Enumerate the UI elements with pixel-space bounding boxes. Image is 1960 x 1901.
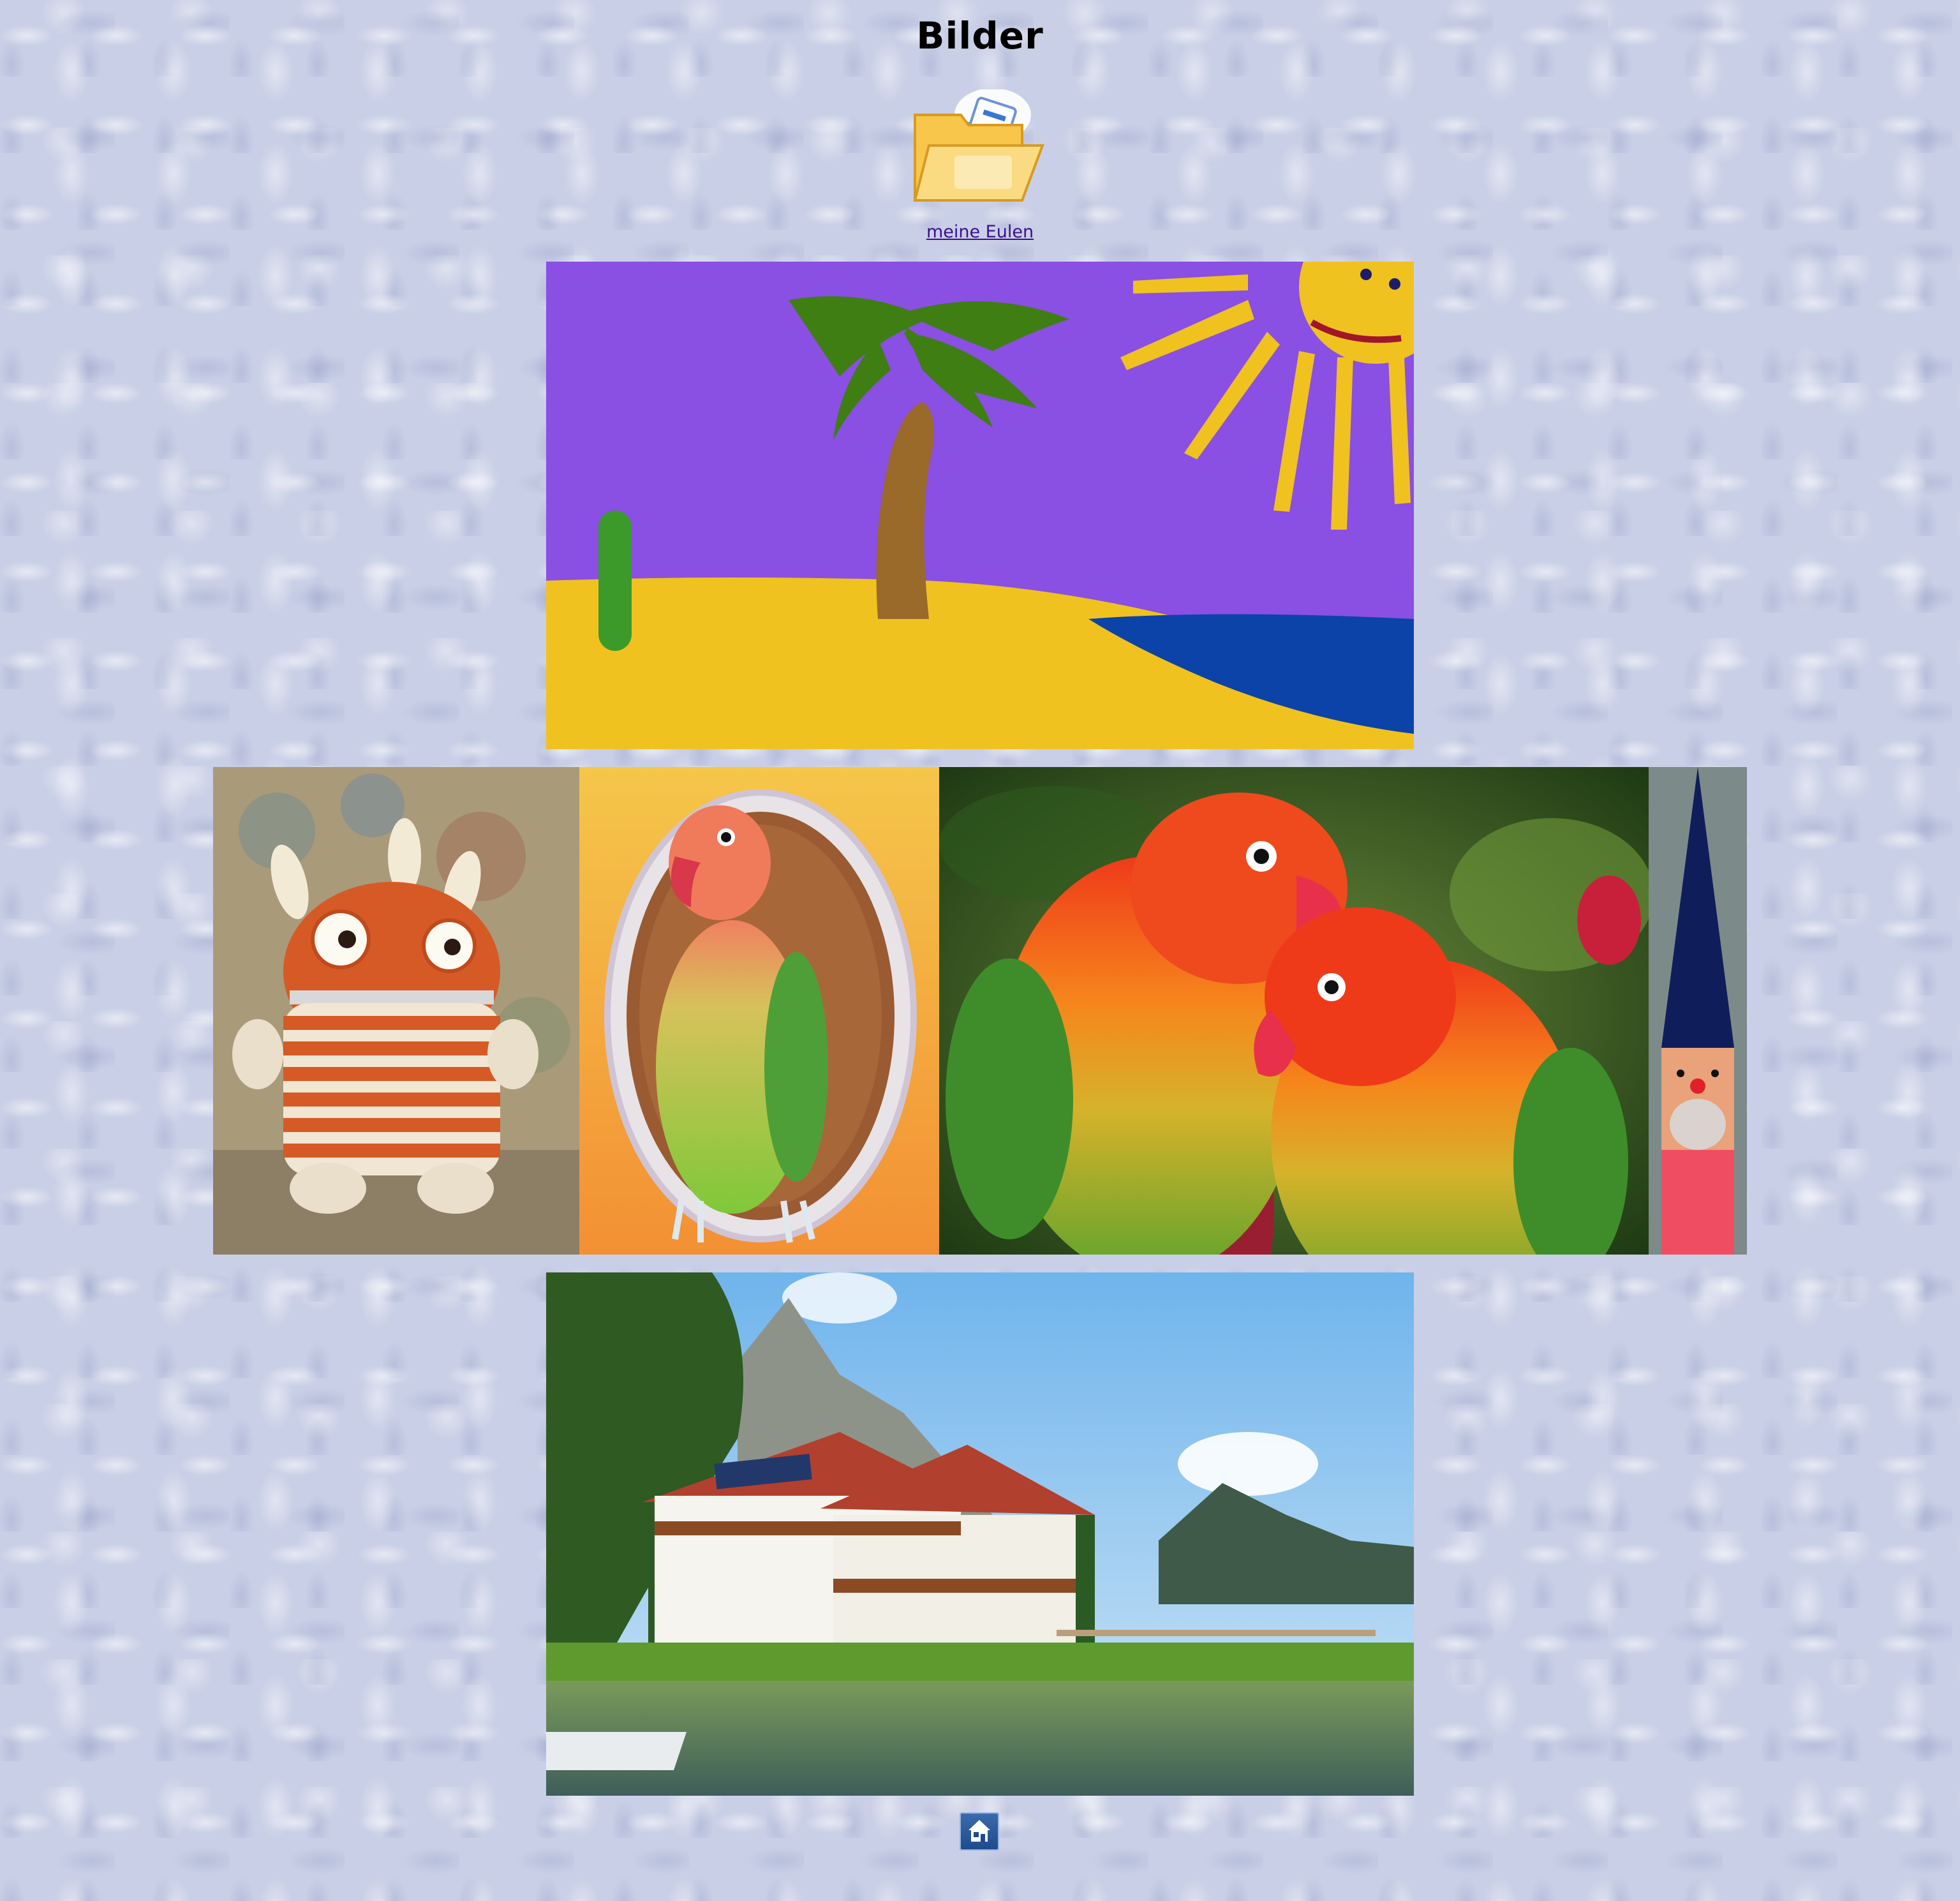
- owl-link[interactable]: meine Eulen: [0, 222, 1960, 242]
- lovebird-portrait-image: [579, 767, 939, 1255]
- home-button[interactable]: [960, 1812, 999, 1851]
- wooden-gnome-image: [1649, 767, 1747, 1255]
- owl-link-label[interactable]: meine Eulen: [926, 222, 1034, 242]
- beach-painting-image: [546, 262, 1414, 749]
- folder-documents-icon[interactable]: [910, 89, 1045, 209]
- page-title: Bilder: [916, 14, 1044, 57]
- lakeside-hotel-image: [546, 1272, 1414, 1796]
- lovebirds-pair-image: [939, 767, 1649, 1255]
- home-icon: [969, 1820, 990, 1842]
- monster-plush-image: [213, 767, 579, 1255]
